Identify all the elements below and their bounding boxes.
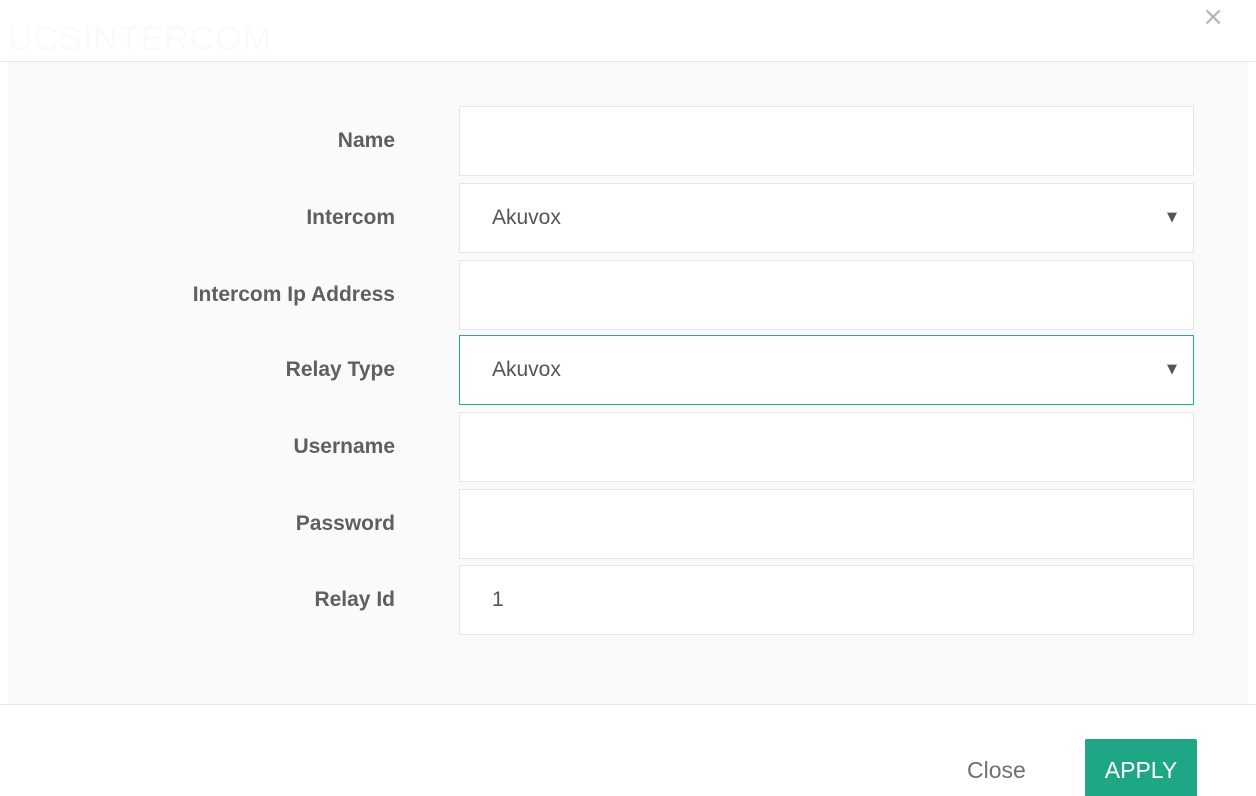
password-label: Password (295, 512, 395, 535)
relay-type-select[interactable]: Akuvox ▼ (459, 335, 1194, 405)
chevron-down-icon: ▼ (1167, 210, 1177, 225)
intercom-modal: UCSINTERCOM × Name Intercom Akuvox ▼ Int… (0, 0, 1256, 796)
password-input[interactable] (459, 489, 1194, 559)
intercom-select[interactable]: Akuvox ▼ (459, 183, 1194, 253)
username-label: Username (293, 435, 395, 458)
modal-footer: Close APPLY (0, 704, 1256, 796)
relay-type-label: Relay Type (285, 358, 395, 381)
ip-address-input[interactable] (459, 260, 1194, 330)
modal-body: Name Intercom Akuvox ▼ Intercom Ip Addre… (8, 62, 1248, 704)
ip-address-label: Intercom Ip Address (192, 283, 395, 306)
form-row-name: Name (8, 106, 1248, 176)
form-row-password: Password (8, 489, 1248, 559)
intercom-label: Intercom (306, 206, 395, 229)
form-row-relay-id: Relay Id 1 (8, 565, 1248, 635)
apply-button[interactable]: APPLY (1085, 739, 1197, 796)
relay-type-select-value: Akuvox (492, 358, 561, 381)
close-icon[interactable]: × (1202, 2, 1224, 32)
form-row-relay-type: Relay Type Akuvox ▼ (8, 335, 1248, 405)
intercom-select-value: Akuvox (492, 206, 561, 229)
form-row-username: Username (8, 412, 1248, 482)
form-row-ip-address: Intercom Ip Address (8, 260, 1248, 330)
relay-id-label: Relay Id (314, 588, 395, 611)
modal-header: UCSINTERCOM × (0, 0, 1256, 62)
close-button[interactable]: Close (967, 757, 1026, 784)
chevron-down-icon: ▼ (1167, 362, 1177, 377)
form-row-intercom: Intercom Akuvox ▼ (8, 183, 1248, 253)
name-input[interactable] (459, 106, 1194, 176)
modal-title: UCSINTERCOM (8, 20, 273, 58)
name-label: Name (337, 129, 395, 152)
relay-id-input[interactable]: 1 (459, 565, 1194, 635)
username-input[interactable] (459, 412, 1194, 482)
